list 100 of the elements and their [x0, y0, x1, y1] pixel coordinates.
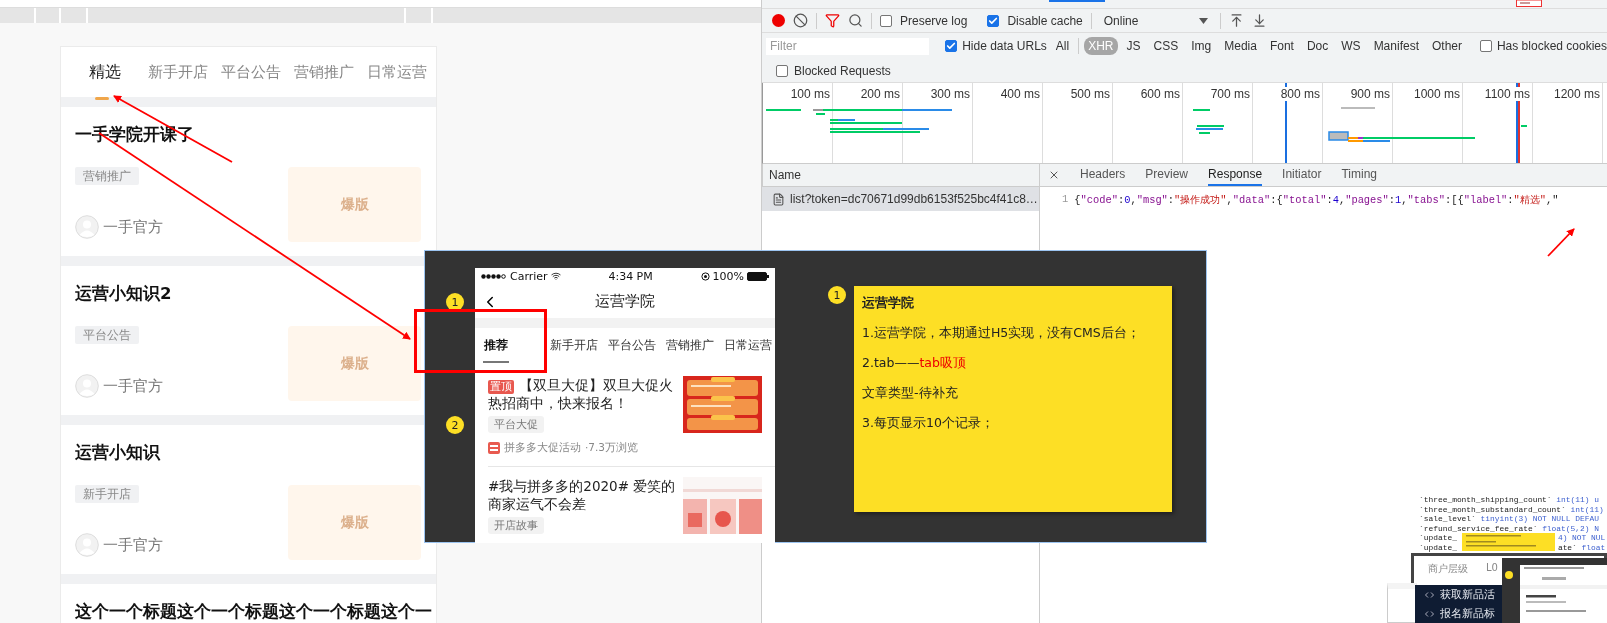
category-tab[interactable]: 营销推广 [666, 336, 714, 354]
cover-text: 爆版 [340, 513, 369, 532]
carrier-label: Carrier [510, 269, 548, 283]
type-filter-button[interactable]: Img [1187, 37, 1216, 55]
article-title[interactable]: 运营小知识 [75, 441, 160, 465]
filter-icon[interactable] [825, 13, 840, 28]
annotation-arrow [1547, 228, 1575, 257]
checkbox[interactable] [945, 40, 958, 52]
checkbox[interactable] [987, 14, 1000, 27]
type-filter-button[interactable]: Font [1265, 37, 1298, 55]
type-filter-button[interactable]: Doc [1302, 37, 1333, 55]
detail-tab[interactable]: Headers [1080, 164, 1126, 186]
checkbox[interactable] [776, 64, 788, 77]
author-name: 一手官方 [103, 376, 163, 396]
request-row[interactable]: list?token=dc70671d99db6153f525bc4f41c8… [762, 187, 1039, 211]
article-title[interactable]: 这个一个标题这个一个标题这个一个标题这个一 [75, 600, 432, 623]
category-tag: 新手开店 [75, 485, 139, 503]
menu-item[interactable]: 获取新品活 [1425, 587, 1495, 602]
record-button[interactable] [772, 14, 785, 27]
battery-label: 100% [712, 269, 744, 283]
time-tick-label: 900 ms [1350, 87, 1390, 101]
signal-icon [481, 273, 507, 279]
detail-tab[interactable]: Response [1208, 164, 1263, 186]
tab-indicator [1049, 0, 1105, 2]
clear-icon[interactable] [793, 13, 808, 28]
category-tab[interactable]: 新手开店 [550, 336, 598, 354]
caret-icon [1198, 17, 1208, 24]
category-tab[interactable]: 日常运营 [367, 62, 427, 82]
menu-item[interactable]: 报名新品标 [1425, 606, 1495, 621]
hide-data-urls-label[interactable]: Hide data URLs [962, 39, 1047, 53]
has-blocked-cookies-label[interactable]: Has blocked cookies [1496, 39, 1607, 53]
author-name: 一手官方 [103, 535, 163, 555]
detail-tab[interactable]: Initiator [1282, 164, 1322, 186]
cover-text: 爆版 [340, 195, 369, 214]
category-tab[interactable]: 推荐 [484, 336, 508, 354]
type-filter-button[interactable]: JS [1122, 37, 1145, 55]
type-filter-button[interactable]: Media [1220, 37, 1261, 55]
type-filter-button[interactable]: Other [1428, 37, 1466, 55]
type-filter-button[interactable]: Manifest [1369, 37, 1423, 55]
time-tick-label: 1200 ms [1553, 87, 1600, 101]
article-source: 拼多多大促活动 [504, 441, 581, 455]
article-title[interactable]: #我与拼多多的2020# 爱笑的商家运气不会差 [488, 477, 678, 513]
time-tick-label: 500 ms [1070, 87, 1110, 101]
category-tab[interactable]: 日常运营 [724, 336, 772, 354]
category-tab[interactable]: 平台公告 [221, 62, 281, 82]
battery-icon [747, 271, 769, 281]
category-tab[interactable]: 精选 [89, 61, 121, 83]
category-tag: 平台大促 [488, 416, 544, 433]
note-text: 3.每页显示10个记录； [862, 414, 995, 431]
source-icon [488, 442, 500, 454]
alarm-icon [700, 271, 710, 281]
filter-field[interactable]: Filter [766, 37, 930, 55]
detail-tab[interactable]: Preview [1145, 164, 1189, 186]
column-header[interactable]: Name [769, 168, 801, 182]
category-tab[interactable]: 平台公告 [608, 336, 656, 354]
note-text: 2.tab——tab吸顶 [862, 354, 967, 371]
tab-indicator [483, 360, 509, 363]
time-tick-label: 100 ms [790, 87, 830, 101]
category-tab[interactable]: 营销推广 [294, 62, 354, 82]
author-name: 一手官方 [103, 217, 163, 237]
time-tick-label: 600 ms [1140, 87, 1180, 101]
code-icon [1425, 591, 1434, 598]
type-filter-button[interactable]: CSS [1149, 37, 1183, 55]
clock-label: 4:34 PM [608, 269, 653, 283]
checkbox[interactable] [1479, 40, 1492, 52]
thumbnail-icon[interactable] [1516, 0, 1542, 7]
note-text: 1.运营学院，本期通过H5实现，没有CMS后台； [862, 324, 1141, 341]
page-title: 运营学院 [595, 291, 655, 311]
avatar-icon [75, 215, 99, 239]
cover-text: 爆版 [340, 354, 369, 373]
note-title: 运营学院 [862, 294, 915, 311]
article-title[interactable]: 运营小知识2 [75, 282, 172, 306]
type-filter-button[interactable]: WS [1337, 37, 1365, 55]
checkbox[interactable] [880, 14, 892, 27]
table-cell: 商户层级 [1428, 562, 1468, 576]
time-tick-label: 400 ms [1000, 87, 1040, 101]
note-text: 文章类型-待补充 [862, 384, 959, 401]
search-icon[interactable] [848, 13, 863, 28]
table-cell: L0 [1486, 562, 1498, 573]
tab-indicator [95, 96, 109, 100]
code-icon [1425, 610, 1434, 617]
blocked-requests-label[interactable]: Blocked Requests [794, 63, 891, 78]
time-tick-label: 1000 ms [1413, 87, 1460, 101]
detail-tab[interactable]: Timing [1341, 164, 1377, 186]
throttling-select[interactable]: Online [1099, 13, 1212, 28]
wifi-icon [550, 271, 561, 281]
preserve-log-label[interactable]: Preserve log [900, 13, 968, 28]
disable-cache-label[interactable]: Disable cache [1007, 13, 1083, 28]
article-title[interactable]: 置顶 【双旦大促】双旦大促火热招商中，快来报名！ [488, 376, 678, 412]
avatar-icon [75, 374, 99, 398]
category-tag: 营销推广 [75, 167, 139, 185]
line-number: 1 [1062, 193, 1069, 207]
file-icon [772, 192, 785, 206]
view-count: ·7.3万浏览 [585, 441, 639, 455]
category-tab[interactable]: 新手开店 [148, 62, 208, 82]
response-code: {"code":0,"msg":"操作成功","data":{"total":4,"pages":1,"tabs":[{"label":"精选"," [1074, 193, 1559, 207]
time-tick-label: 1100 ms [1484, 87, 1530, 101]
category-tag: 平台公告 [75, 326, 139, 344]
time-tick-label: 700 ms [1210, 87, 1250, 101]
type-filter-button[interactable]: All [1051, 37, 1074, 55]
